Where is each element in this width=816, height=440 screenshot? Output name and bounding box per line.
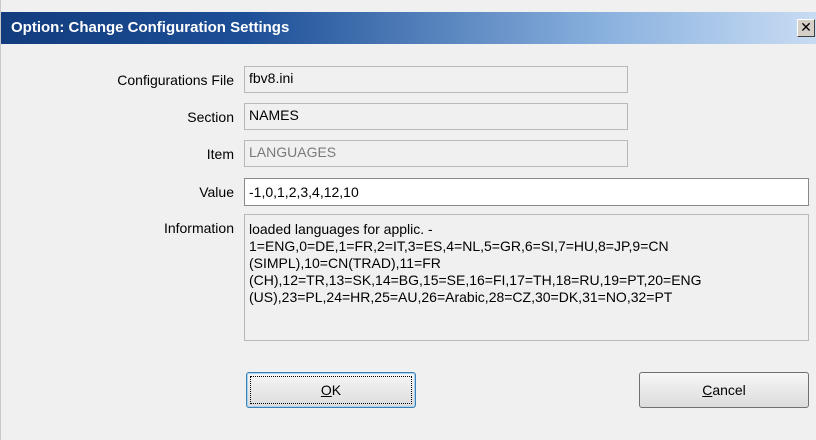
cancel-button[interactable]: Cancel xyxy=(639,372,809,408)
focus-rectangle xyxy=(250,376,412,404)
dialog-title: Option: Change Configuration Settings xyxy=(11,19,290,36)
cancel-label-rest: ancel xyxy=(712,382,746,398)
value-label: Value xyxy=(199,184,234,200)
cancel-mnemonic: C xyxy=(702,382,713,398)
section-field: NAMES xyxy=(244,103,628,130)
section-label: Section xyxy=(187,109,234,125)
information-text: loaded languages for applic. - 1=ENG,0=D… xyxy=(244,214,809,341)
config-file-label: Configurations File xyxy=(117,72,234,88)
config-file-field: fbv8.ini xyxy=(244,66,628,93)
configuration-dialog: Option: Change Configuration Settings ✕ … xyxy=(0,0,816,440)
item-field: LANGUAGES xyxy=(244,140,628,167)
close-icon[interactable]: ✕ xyxy=(797,19,815,37)
value-input[interactable] xyxy=(244,178,809,206)
item-label: Item xyxy=(206,146,234,162)
ok-button[interactable]: OK xyxy=(246,372,416,408)
title-bar: Option: Change Configuration Settings ✕ xyxy=(1,12,816,44)
information-label: Information xyxy=(163,220,234,236)
